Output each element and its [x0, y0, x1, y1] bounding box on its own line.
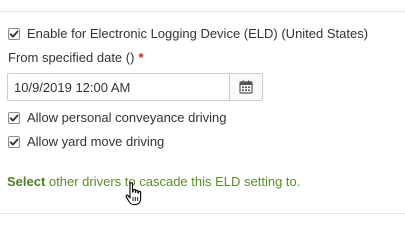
- personal-conveyance-checkbox[interactable]: [8, 111, 20, 124]
- eld-enable-checkbox[interactable]: [8, 27, 20, 40]
- personal-conveyance-row[interactable]: Allow personal conveyance driving: [8, 110, 226, 125]
- personal-conveyance-label: Allow personal conveyance driving: [27, 110, 227, 125]
- top-divider: [0, 11, 405, 12]
- checkmark-icon: [9, 114, 19, 121]
- checkmark-icon: [9, 138, 19, 145]
- hand-pointer-icon: [125, 182, 142, 206]
- checkmark-icon: [9, 30, 19, 37]
- date-picker: [7, 73, 263, 101]
- from-date-label-row: From specified date () *: [8, 50, 144, 65]
- cascade-text: other drivers to cascade this ELD settin…: [45, 174, 301, 189]
- date-input[interactable]: [7, 73, 229, 101]
- eld-enable-label: Enable for Electronic Logging Device (EL…: [27, 26, 369, 41]
- calendar-icon: [239, 80, 253, 94]
- yard-move-row[interactable]: Allow yard move driving: [8, 134, 164, 149]
- required-marker: *: [138, 50, 144, 65]
- select-drivers-link[interactable]: Select: [7, 174, 45, 189]
- calendar-button[interactable]: [229, 73, 263, 101]
- cascade-message: Select other drivers to cascade this ELD…: [7, 174, 300, 189]
- from-date-label: From specified date (): [8, 50, 135, 65]
- bottom-divider: [0, 213, 405, 214]
- eld-enable-row[interactable]: Enable for Electronic Logging Device (EL…: [8, 26, 368, 41]
- yard-move-label: Allow yard move driving: [27, 134, 165, 149]
- yard-move-checkbox[interactable]: [8, 135, 20, 148]
